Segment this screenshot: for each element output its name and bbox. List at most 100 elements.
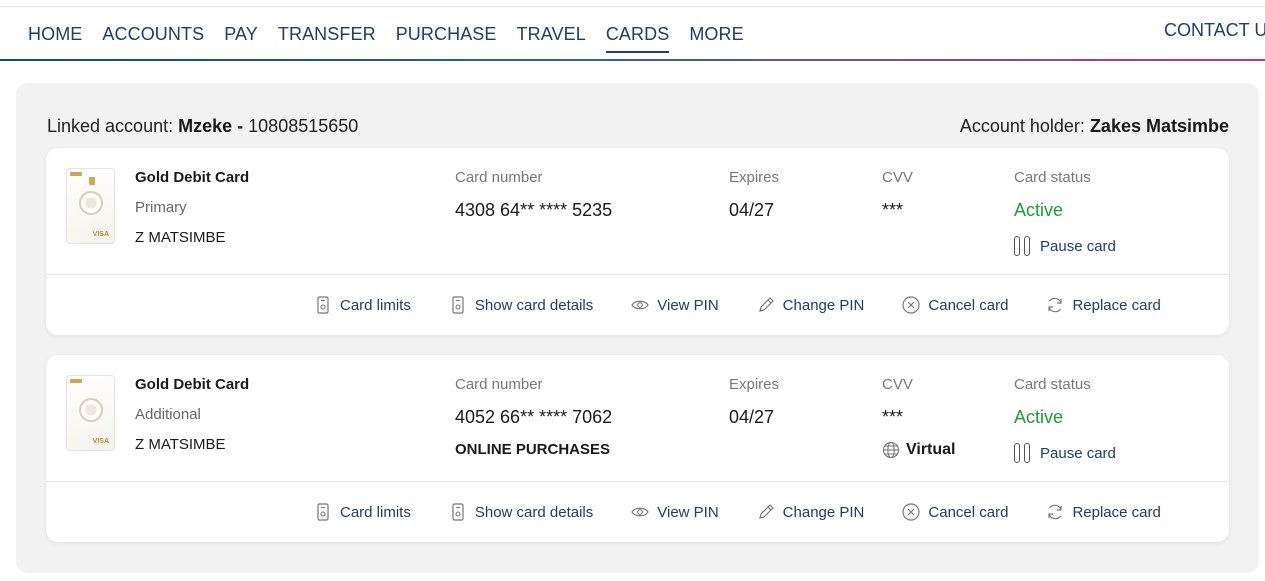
show-card-details-button[interactable]: Show card details (449, 296, 593, 314)
card-limits-button[interactable]: Card limits (314, 503, 411, 521)
nav-items: HOME ACCOUNTS PAY TRANSFER PURCHASE TRAV… (28, 24, 764, 53)
pause-card-button[interactable]: Pause card (1014, 443, 1116, 463)
card-number: 4052 66** **** 7062 (455, 407, 613, 427)
linked-account-label: Linked account: (47, 116, 174, 136)
card-number-label: Card number (455, 376, 543, 393)
cardholder-name: Z MATSIMBE (135, 229, 226, 246)
expires-label: Expires (729, 169, 780, 186)
card-details-icon (449, 503, 467, 521)
card-limits-label: Card limits (340, 503, 411, 521)
linked-account-number: 10808515650 (248, 116, 359, 136)
divider (46, 481, 1229, 482)
top-border (0, 6, 1265, 7)
card-image: VISA (66, 375, 115, 451)
cvv-label: CVV (882, 376, 913, 393)
card-number-label: Card number (455, 169, 543, 186)
account-holder-label: Account holder: (959, 116, 1085, 136)
bank-logo-icon (70, 172, 82, 176)
cvv-value: *** (882, 407, 904, 427)
pause-icon (1014, 236, 1031, 256)
card-actions: Card limits Show card details View PIN C… (314, 503, 1161, 521)
card-limits-button[interactable]: Card limits (314, 296, 411, 314)
replace-card-label: Replace card (1072, 296, 1161, 314)
pencil-icon (757, 503, 775, 521)
eye-icon (631, 503, 649, 521)
change-pin-label: Change PIN (782, 296, 865, 314)
cancel-circle-icon (902, 503, 920, 521)
nav-transfer[interactable]: TRANSFER (278, 24, 376, 53)
globe-icon (882, 441, 900, 459)
view-pin-button[interactable]: View PIN (631, 296, 719, 314)
refresh-icon (1046, 296, 1064, 314)
cancel-card-label: Cancel card (928, 503, 1009, 521)
pause-card-button[interactable]: Pause card (1014, 236, 1116, 256)
card-type: Additional (135, 406, 201, 423)
card-item: VISA Gold Debit Card Additional Z MATSIM… (46, 355, 1229, 542)
account-holder: Account holder: Zakes Matsimbe (960, 116, 1229, 137)
nav-home[interactable]: HOME (28, 24, 82, 53)
cardholder-name: Z MATSIMBE (135, 436, 226, 453)
change-pin-button[interactable]: Change PIN (757, 296, 865, 314)
card-status-label: Card status (1014, 169, 1091, 186)
refresh-icon (1046, 503, 1064, 521)
show-card-details-button[interactable]: Show card details (449, 503, 593, 521)
card-purpose: ONLINE PURCHASES (455, 441, 611, 458)
cvv-label: CVV (882, 169, 913, 186)
main-nav: HOME ACCOUNTS PAY TRANSFER PURCHASE TRAV… (0, 8, 1265, 60)
card-actions: Card limits Show card details View PIN C… (314, 296, 1161, 314)
nav-travel[interactable]: TRAVEL (517, 24, 586, 53)
card-number: 4308 64** **** 5235 (455, 200, 613, 220)
linked-account: Linked account: Mzeke - 10808515650 (47, 116, 358, 137)
seal-icon (79, 398, 103, 422)
expiry-date: 04/27 (729, 200, 775, 220)
show-card-details-label: Show card details (474, 296, 594, 314)
view-pin-label: View PIN (657, 296, 719, 314)
pencil-icon (757, 296, 775, 314)
seal-icon (79, 191, 103, 215)
card-image: VISA (66, 168, 115, 244)
cancel-card-button[interactable]: Cancel card (902, 296, 1008, 314)
pause-icon (1014, 443, 1031, 463)
show-card-details-label: Show card details (474, 503, 594, 521)
expires-label: Expires (729, 376, 780, 393)
card-status: Active (1014, 200, 1064, 220)
replace-card-label: Replace card (1072, 503, 1161, 521)
card-item: VISA Gold Debit Card Primary Z MATSIMBE … (46, 148, 1229, 335)
bank-logo-icon (70, 379, 82, 383)
virtual-badge: Virtual (882, 441, 956, 459)
cancel-circle-icon (902, 296, 920, 314)
view-pin-button[interactable]: View PIN (631, 503, 719, 521)
replace-card-button[interactable]: Replace card (1046, 503, 1161, 521)
view-pin-label: View PIN (657, 503, 719, 521)
cancel-card-button[interactable]: Cancel card (902, 503, 1008, 521)
account-holder-name: Zakes Matsimbe (1089, 116, 1229, 136)
expiry-date: 04/27 (729, 407, 775, 427)
pause-card-label: Pause card (1040, 237, 1116, 255)
change-pin-button[interactable]: Change PIN (757, 503, 865, 521)
card-limits-label: Card limits (340, 296, 411, 314)
eye-icon (631, 296, 649, 314)
card-title: Gold Debit Card (135, 169, 250, 186)
visa-logo-icon: VISA (92, 231, 109, 238)
chip-icon (89, 177, 95, 185)
replace-card-button[interactable]: Replace card (1046, 296, 1161, 314)
card-details-icon (449, 296, 467, 314)
card-type: Primary (135, 199, 187, 216)
card-limits-icon (314, 296, 332, 314)
nav-accounts[interactable]: ACCOUNTS (102, 24, 204, 53)
nav-purchase[interactable]: PURCHASE (396, 24, 497, 53)
nav-cards[interactable]: CARDS (605, 24, 670, 53)
card-status-label: Card status (1014, 376, 1091, 393)
contact-us-link[interactable]: CONTACT US (1164, 20, 1265, 41)
cancel-card-label: Cancel card (928, 296, 1009, 314)
card-status: Active (1014, 407, 1064, 427)
pause-card-label: Pause card (1040, 444, 1116, 462)
nav-pay[interactable]: PAY (224, 24, 258, 53)
card-limits-icon (314, 503, 332, 521)
nav-gradient-line (0, 59, 1265, 61)
nav-more[interactable]: MORE (689, 24, 743, 53)
cvv-value: *** (882, 200, 904, 220)
linked-account-name: Mzeke - (178, 116, 244, 136)
divider (46, 274, 1229, 275)
change-pin-label: Change PIN (782, 503, 865, 521)
